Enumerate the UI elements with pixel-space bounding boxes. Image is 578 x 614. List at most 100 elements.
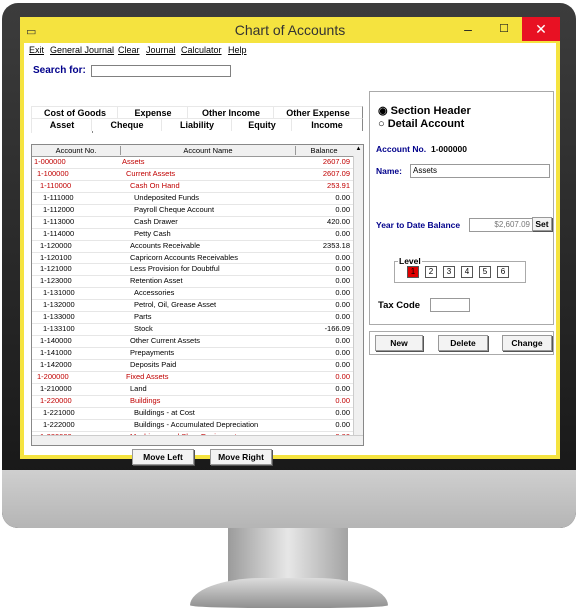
menu-exit[interactable]: Exit <box>29 45 44 55</box>
vertical-scrollbar[interactable] <box>353 156 363 445</box>
table-row[interactable]: 1-141000 Prepayments 0.00 <box>32 348 354 360</box>
account-name-cell: Buildings - Accumulated Depreciation <box>134 419 259 429</box>
table-row[interactable]: 1-121000 Less Provision for Doubtful 0.00 <box>32 264 354 277</box>
table-row[interactable]: 1-133100 Stock -166.09 <box>32 324 354 337</box>
detail-account-label: Detail Account <box>387 118 465 130</box>
change-button[interactable]: Change <box>502 335 552 351</box>
account-no-cell: 1-133100 <box>43 324 75 334</box>
table-row[interactable]: 1-100000 Current Assets 2607.09 <box>32 169 354 181</box>
table-row[interactable]: 1-000000 Assets 2607.09 <box>32 157 354 169</box>
menu-journal[interactable]: Journal <box>146 45 176 55</box>
table-row[interactable]: 1-112000 Payroll Cheque Account 0.00 <box>32 205 354 217</box>
table-row[interactable]: 1-133000 Parts 0.00 <box>32 312 354 325</box>
table-row[interactable]: 1-210000 Land 0.00 <box>32 384 354 396</box>
table-row[interactable]: 1-113000 Cash Drawer 420.00 <box>32 217 354 229</box>
tax-code-label: Tax Code <box>378 300 421 311</box>
table-row[interactable]: 1-132000 Petrol, Oil, Grease Asset 0.00 <box>32 300 354 313</box>
maximize-button[interactable]: ☐ <box>486 17 522 41</box>
balance-cell: 2607.09 <box>322 168 350 178</box>
accounts-grid: Account No. Account Name Balance ▲ 1-000… <box>31 144 364 446</box>
account-no-cell: 1-210000 <box>40 383 72 393</box>
account-name-cell: Undeposited Funds <box>134 192 200 202</box>
table-row[interactable]: 1-114000 Petty Cash 0.00 <box>32 229 354 241</box>
ytd-balance-label: Year to Date Balance <box>376 220 461 230</box>
menu-help[interactable]: Help <box>228 45 247 55</box>
table-row[interactable]: 1-110000 Cash On Hand 253.91 <box>32 181 354 193</box>
move-right-button[interactable]: Move Right <box>210 449 272 465</box>
section-header-radio[interactable]: ◉ Section Header <box>378 104 471 117</box>
client-area: Exit General Journal Clear Journal Calcu… <box>24 43 556 465</box>
tax-code-field[interactable] <box>430 298 470 312</box>
header-balance[interactable]: Balance <box>296 146 352 155</box>
account-no-cell: 1-142000 <box>40 359 72 369</box>
level-2[interactable]: 2 <box>425 266 437 278</box>
account-name-cell: Petty Cash <box>134 228 171 238</box>
tab-cheque[interactable]: Cheque <box>91 118 163 131</box>
account-name-cell: Current Assets <box>126 168 176 178</box>
close-button[interactable]: ✕ <box>522 17 560 41</box>
app-window: ▭ Chart of Accounts – ☐ ✕ Exit General J… <box>20 17 560 465</box>
new-button[interactable]: New <box>375 335 423 351</box>
search-input[interactable] <box>91 65 231 77</box>
header-account-name[interactable]: Account Name <box>121 146 296 155</box>
balance-cell: 0.00 <box>335 383 350 393</box>
table-row[interactable]: 1-200000 Fixed Assets 0.00 <box>32 372 354 384</box>
account-no-cell: 1-133000 <box>43 312 75 322</box>
grid-rows: 1-000000 Assets 2607.09 1-100000 Current Ass… <box>32 157 354 445</box>
horizontal-scrollbar[interactable] <box>32 435 363 445</box>
balance-cell: 0.00 <box>335 371 350 381</box>
account-name-cell: Fixed Assets <box>126 371 169 381</box>
account-no-label: Account No. <box>376 144 427 154</box>
level-5[interactable]: 5 <box>479 266 491 278</box>
level-4[interactable]: 4 <box>461 266 473 278</box>
level-1[interactable]: 1 <box>407 266 419 278</box>
account-no-cell: 1-000000 <box>34 157 66 166</box>
balance-cell: 0.00 <box>335 264 350 274</box>
table-row[interactable]: 1-120100 Capricorn Accounts Receivables 0.… <box>32 253 354 265</box>
level-3[interactable]: 3 <box>443 266 455 278</box>
ytd-balance-field: $2,607.09 <box>469 218 533 232</box>
tab-equity[interactable]: Equity <box>231 118 293 131</box>
balance-cell: 0.00 <box>335 228 350 238</box>
account-no-cell: 1-114000 <box>43 228 75 238</box>
name-label: Name: <box>376 166 402 176</box>
table-row[interactable]: 1-142000 Deposits Paid 0.00 <box>32 360 354 372</box>
tab-asset[interactable]: Asset <box>31 118 93 133</box>
minimize-button[interactable]: – <box>450 17 486 41</box>
delete-button[interactable]: Delete <box>438 335 488 351</box>
level-6[interactable]: 6 <box>497 266 509 278</box>
tab-liability[interactable]: Liability <box>161 118 233 131</box>
table-row[interactable]: 1-140000 Other Current Assets 0.00 <box>32 336 354 348</box>
name-field[interactable]: Assets <box>410 164 550 178</box>
menu-general-journal[interactable]: General Journal <box>50 45 114 55</box>
account-no-cell: 1-110000 <box>40 180 72 190</box>
level-label: Level <box>398 256 422 266</box>
set-button[interactable]: Set <box>532 217 552 231</box>
move-left-button[interactable]: Move Left <box>132 449 194 465</box>
table-row[interactable]: 1-221000 Buildings - at Cost 0.00 <box>32 408 354 420</box>
table-row[interactable]: 1-120000 Accounts Receivable 2353.18 <box>32 241 354 253</box>
account-no-cell: 1-120000 <box>40 240 72 250</box>
balance-cell: 0.00 <box>335 419 350 429</box>
tab-income[interactable]: Income <box>291 118 363 131</box>
table-row[interactable]: 1-222000 Buildings - Accumulated Deprecia… <box>32 420 354 432</box>
account-no-cell: 1-121000 <box>40 264 72 274</box>
account-name-cell: Accessories <box>134 288 175 298</box>
balance-cell: 0.00 <box>335 336 350 346</box>
table-row[interactable]: 1-111000 Undeposited Funds 0.00 <box>32 193 354 205</box>
table-row[interactable]: 1-220000 Buildings 0.00 <box>32 396 354 408</box>
menu-clear[interactable]: Clear <box>118 45 140 55</box>
grid-header: Account No. Account Name Balance ▲ <box>32 145 363 157</box>
account-name-cell: Cash Drawer <box>134 216 178 226</box>
scroll-up-arrow[interactable]: ▲ <box>354 146 363 152</box>
monitor-chin <box>2 470 576 528</box>
account-no-cell: 1-100000 <box>37 168 69 178</box>
balance-cell: 0.00 <box>335 359 350 369</box>
menu-calculator[interactable]: Calculator <box>181 45 222 55</box>
balance-cell: 0.00 <box>335 192 350 202</box>
header-account-no[interactable]: Account No. <box>32 146 121 155</box>
table-row[interactable]: 1-123000 Retention Asset 0.00 <box>32 276 354 289</box>
detail-account-radio[interactable]: ○ Detail Account <box>378 118 464 130</box>
account-no-cell: 1-222000 <box>43 419 75 429</box>
table-row[interactable]: 1-131000 Accessories 0.00 <box>32 288 354 301</box>
